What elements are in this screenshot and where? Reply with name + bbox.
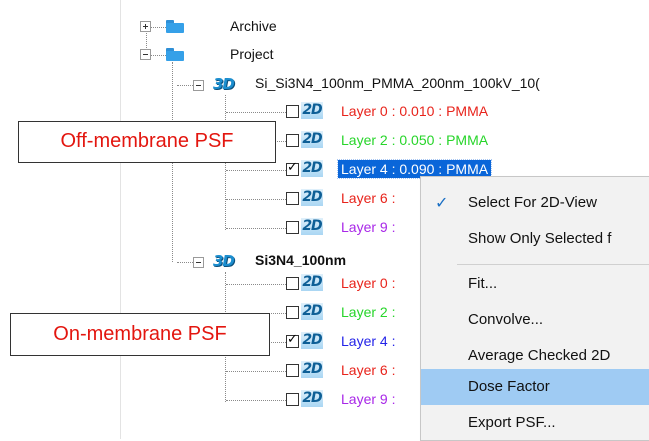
menu-item-label: Convolve...	[468, 311, 544, 328]
collapse-project-icon[interactable]	[140, 49, 151, 60]
tree-item-layer[interactable]: Layer 6 :	[341, 361, 395, 379]
3d-simulation-icon: 3D	[213, 75, 235, 93]
2d-layer-icon: 2D	[301, 303, 323, 320]
tree-item-layer[interactable]: Layer 2 : 0.050 : PMMA	[341, 131, 488, 149]
tree-item-sim2[interactable]: Si3N4_100nm	[255, 251, 346, 269]
tree-item-archive[interactable]: Archive	[230, 17, 277, 35]
menu-item-show-only-selected[interactable]: Show Only Selected f	[421, 221, 649, 257]
menu-separator	[457, 264, 649, 265]
2d-layer-icon: 2D	[301, 189, 323, 206]
tree-line	[226, 400, 286, 401]
check-icon: ✓	[435, 193, 449, 212]
menu-item-label: Select For 2D-View	[468, 194, 597, 211]
2d-layer-icon: 2D	[301, 274, 323, 291]
2d-layer-icon: 2D	[301, 131, 323, 148]
layer-checkbox[interactable]: ✓	[286, 160, 299, 176]
menu-item-label: Average Checked 2D	[468, 347, 611, 364]
folder-icon	[166, 48, 184, 61]
2d-layer-icon: 2D	[301, 218, 323, 235]
2d-layer-icon: 2D	[301, 390, 323, 407]
tree-item-layer[interactable]: Layer 9 :	[341, 218, 395, 236]
tree-line	[226, 170, 286, 171]
layer-checkbox[interactable]	[286, 134, 299, 147]
on-membrane-callout: On-membrane PSF	[10, 313, 270, 356]
tree-line	[226, 371, 286, 372]
2d-layer-icon: 2D	[301, 102, 323, 119]
tree-line	[151, 27, 166, 28]
tree-item-layer[interactable]: Layer 0 :	[341, 274, 395, 292]
tree-item-layer[interactable]: Layer 9 :	[341, 390, 395, 408]
menu-item-label: Show Only Selected f	[468, 230, 612, 247]
tree-item-sim1[interactable]: Si_Si3N4_100nm_PMMA_200nm_100kV_10(	[255, 74, 540, 92]
tree-item-layer[interactable]: Layer 2 :	[341, 303, 395, 321]
3d-simulation-icon: 3D	[213, 252, 235, 270]
menu-item-fit[interactable]: Fit...	[421, 266, 649, 302]
tree-line	[151, 55, 166, 56]
layer-checkbox[interactable]	[286, 306, 299, 319]
tree-item-project[interactable]: Project	[230, 45, 274, 63]
layer-checkbox[interactable]	[286, 221, 299, 234]
folder-icon	[166, 20, 184, 33]
tree-line	[226, 284, 286, 285]
collapse-sim2-icon[interactable]	[193, 257, 204, 268]
menu-item-export-psf[interactable]: Export PSF...	[421, 405, 649, 440]
2d-layer-icon: 2D	[301, 361, 323, 378]
tree-line	[226, 112, 286, 113]
tree-item-layer[interactable]: Layer 0 : 0.010 : PMMA	[341, 102, 488, 120]
tree-line	[226, 199, 286, 200]
layer-checkbox[interactable]: ✓	[286, 332, 299, 348]
menu-item-convolve[interactable]: Convolve...	[421, 302, 649, 338]
check-mark-icon: ✓	[287, 332, 298, 347]
check-mark-icon: ✓	[287, 160, 298, 175]
tree-item-layer[interactable]: Layer 6 :	[341, 189, 395, 207]
2d-layer-icon: 2D	[301, 160, 323, 177]
menu-item-label: Dose Factor	[468, 378, 550, 395]
collapse-sim1-icon[interactable]	[193, 80, 204, 91]
layer-checkbox[interactable]	[286, 192, 299, 205]
tree-item-layer[interactable]: Layer 4 :	[341, 332, 395, 350]
menu-item-label: Export PSF...	[468, 414, 556, 431]
layer-checkbox[interactable]	[286, 105, 299, 118]
2d-layer-icon: 2D	[301, 332, 323, 349]
panel-border	[120, 0, 121, 439]
tree-line	[226, 228, 286, 229]
menu-item-select-for-2d-view[interactable]: ✓ Select For 2D-View	[421, 185, 649, 221]
expand-archive-icon[interactable]	[140, 21, 151, 32]
menu-item-dose-factor[interactable]: Dose Factor	[421, 369, 649, 405]
layer-checkbox[interactable]	[286, 364, 299, 377]
layer-checkbox[interactable]	[286, 277, 299, 290]
off-membrane-callout: Off-membrane PSF	[18, 121, 276, 163]
menu-item-label: Fit...	[468, 275, 498, 292]
layer-checkbox[interactable]	[286, 393, 299, 406]
context-menu: ✓ Select For 2D-View Show Only Selected …	[420, 176, 649, 441]
